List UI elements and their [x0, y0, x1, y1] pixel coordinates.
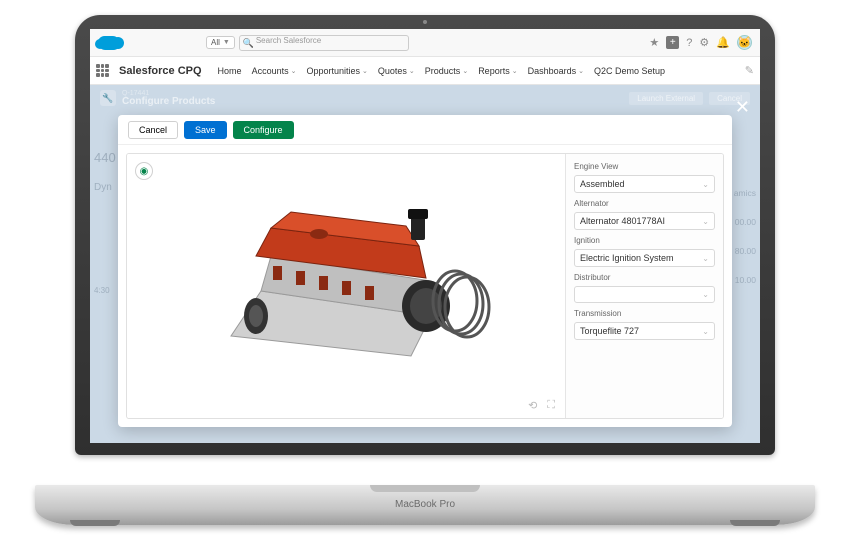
- configure-button[interactable]: Configure: [233, 121, 294, 139]
- nav-opportunities[interactable]: Opportunities⌄: [306, 66, 367, 76]
- viewer-mode-icon[interactable]: ◉: [135, 162, 153, 180]
- chevron-down-icon: ⌄: [578, 67, 584, 75]
- chevron-down-icon: ⌄: [702, 327, 709, 336]
- chevron-down-icon: ⌄: [462, 67, 468, 75]
- transmission-select[interactable]: Torqueflite 727⌄: [574, 322, 715, 340]
- camera-dot: [423, 20, 427, 24]
- screen: All ▼ 🔍 Search Salesforce ★ + ? ⚙ 🔔 🐱: [90, 29, 760, 443]
- app-nav: Salesforce CPQ Home Accounts⌄ Opportunit…: [90, 57, 760, 85]
- distributor-select[interactable]: ⌄: [574, 286, 715, 303]
- chevron-down-icon: ⌄: [362, 67, 368, 75]
- nav-home[interactable]: Home: [218, 66, 242, 76]
- notification-bell-icon[interactable]: 🔔: [716, 36, 730, 49]
- laptop-frame: All ▼ 🔍 Search Salesforce ★ + ? ⚙ 🔔 🐱: [35, 15, 815, 525]
- laptop-label: MacBook Pro: [35, 499, 815, 510]
- nav-reports[interactable]: Reports⌄: [478, 66, 517, 76]
- engine-model-icon: [191, 196, 501, 376]
- cancel-button[interactable]: Cancel: [128, 121, 178, 139]
- chevron-down-icon: ⌄: [291, 67, 297, 75]
- search-scope-label: All: [211, 38, 220, 47]
- chevron-down-icon: ⌄: [512, 67, 518, 75]
- background-ghost-right: amics 00.00 80.00 10.00: [734, 179, 756, 295]
- favorite-icon[interactable]: ★: [649, 36, 659, 49]
- chevron-down-icon: ⌄: [409, 67, 415, 75]
- 3d-viewer[interactable]: ◉: [127, 154, 565, 418]
- add-icon[interactable]: +: [666, 36, 679, 49]
- options-panel: Engine View Assembled⌄ Alternator Altern…: [565, 154, 723, 418]
- help-icon[interactable]: ?: [686, 37, 692, 49]
- distributor-label: Distributor: [574, 273, 715, 282]
- laptop-notch: [370, 485, 480, 492]
- laptop-foot: [70, 520, 120, 526]
- laptop-base: MacBook Pro: [35, 485, 815, 525]
- launch-external-button[interactable]: Launch External: [629, 92, 703, 105]
- setup-gear-icon[interactable]: ⚙: [699, 36, 709, 49]
- nav-quotes[interactable]: Quotes⌄: [378, 66, 415, 76]
- close-icon[interactable]: ✕: [735, 97, 750, 118]
- reset-view-icon[interactable]: ⟲: [528, 399, 537, 412]
- nav-dashboards[interactable]: Dashboards⌄: [528, 66, 584, 76]
- chevron-down-icon: ⌄: [702, 254, 709, 263]
- configure-modal: Cancel Save Configure ◉: [118, 115, 732, 427]
- modal-toolbar: Cancel Save Configure: [118, 115, 732, 145]
- background-ghost-left: 440 Dyn 4:30: [94, 141, 116, 302]
- avatar[interactable]: 🐱: [737, 35, 752, 50]
- laptop-foot: [730, 520, 780, 526]
- global-search: All ▼ 🔍 Search Salesforce: [206, 35, 409, 51]
- app-name: Salesforce CPQ: [119, 65, 202, 77]
- page-title: Configure Products: [122, 97, 215, 107]
- edit-pencil-icon[interactable]: ✎: [745, 64, 754, 77]
- search-placeholder: Search Salesforce: [256, 36, 321, 45]
- save-button[interactable]: Save: [184, 121, 227, 139]
- alternator-select[interactable]: Alternator 4801778AI⌄: [574, 212, 715, 230]
- chevron-down-icon: ▼: [223, 39, 230, 46]
- laptop-lid: All ▼ 🔍 Search Salesforce ★ + ? ⚙ 🔔 🐱: [75, 15, 775, 455]
- nav-products[interactable]: Products⌄: [425, 66, 468, 76]
- quote-code: Q-17441: [122, 90, 215, 97]
- search-scope-select[interactable]: All ▼: [206, 36, 235, 49]
- header-utilities: ★ + ? ⚙ 🔔 🐱: [649, 35, 752, 50]
- nav-accounts[interactable]: Accounts⌄: [252, 66, 297, 76]
- nav-q2c-demo[interactable]: Q2C Demo Setup: [594, 66, 665, 76]
- alternator-label: Alternator: [574, 199, 715, 208]
- engine-view-label: Engine View: [574, 162, 715, 171]
- modal-body: ◉: [126, 153, 724, 419]
- salesforce-logo-icon: [98, 36, 120, 50]
- fullscreen-icon[interactable]: ⛶: [547, 399, 555, 412]
- wrench-icon: 🔧: [100, 90, 116, 106]
- app-launcher-icon[interactable]: [96, 64, 109, 77]
- search-icon: 🔍: [243, 38, 254, 49]
- chevron-down-icon: ⌄: [702, 290, 709, 299]
- transmission-label: Transmission: [574, 309, 715, 318]
- page-subheader: 🔧 Q-17441 Configure Products Launch Exte…: [90, 85, 760, 111]
- ignition-select[interactable]: Electric Ignition System⌄: [574, 249, 715, 267]
- chevron-down-icon: ⌄: [702, 217, 709, 226]
- viewer-footer-tools: ⟲ ⛶: [528, 399, 555, 412]
- global-header: All ▼ 🔍 Search Salesforce ★ + ? ⚙ 🔔 🐱: [90, 29, 760, 57]
- search-input[interactable]: 🔍 Search Salesforce: [239, 35, 409, 51]
- engine-view-select[interactable]: Assembled⌄: [574, 175, 715, 193]
- chevron-down-icon: ⌄: [702, 180, 709, 189]
- ignition-label: Ignition: [574, 236, 715, 245]
